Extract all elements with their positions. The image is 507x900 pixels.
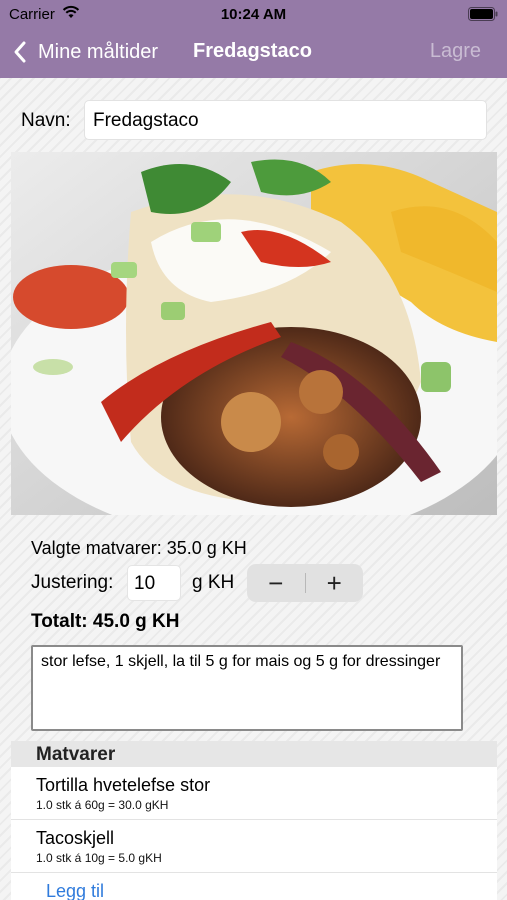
name-row: Navn: Fredagstaco [21, 100, 487, 140]
clock: 10:24 AM [220, 6, 287, 23]
total-carbs: Totalt: 45.0 g KH [31, 611, 180, 632]
adjustment-input[interactable]: 10 [127, 565, 181, 601]
food-name: Tortilla hvetelefse stor [36, 775, 211, 795]
page-title: Fredagstaco [193, 40, 312, 62]
back-button[interactable]: Mine måltider [12, 38, 158, 66]
food-name: Tacoskjell [36, 828, 115, 848]
selected-foods-summary: Valgte matvarer: 35.0 g KH [31, 538, 247, 558]
back-button-label: Mine måltider [38, 40, 159, 63]
food-list: Tortilla hvetelefse stor 1.0 stk á 60g =… [11, 767, 497, 900]
battery-icon [468, 7, 498, 21]
list-item[interactable]: Tacoskjell 1.0 stk á 10g = 5.0 gKH [11, 820, 497, 873]
food-detail: 1.0 stk á 60g = 30.0 gKH [36, 798, 169, 812]
status-bar: Carrier 10:24 AM [0, 0, 507, 30]
notes-textarea[interactable]: stor lefse, 1 skjell, la til 5 g for mai… [31, 645, 463, 731]
name-input[interactable]: Fredagstaco [84, 100, 487, 140]
adjustment-stepper: − + [247, 564, 363, 602]
save-button[interactable]: Lagre [430, 40, 481, 63]
food-detail: 1.0 stk á 10g = 5.0 gKH [36, 851, 162, 865]
name-label: Navn: [21, 110, 71, 131]
adjustment-label: Justering: [31, 572, 114, 593]
increment-button[interactable]: + [306, 564, 364, 602]
meal-photo[interactable] [11, 152, 497, 515]
navigation-bar: Mine måltider Fredagstaco Lagre [0, 30, 507, 78]
list-item[interactable]: Tortilla hvetelefse stor 1.0 stk á 60g =… [11, 767, 497, 820]
adjustment-unit: g KH [192, 572, 235, 593]
decrement-button[interactable]: − [247, 564, 305, 602]
chevron-left-icon [14, 41, 26, 63]
add-food-button[interactable]: Legg til [46, 881, 104, 900]
meal-form: Navn: Fredagstaco Valgte matvarer: 35.0 … [0, 78, 507, 900]
foods-section-header: Matvarer [11, 741, 497, 767]
taco-wrap-image [11, 152, 497, 515]
